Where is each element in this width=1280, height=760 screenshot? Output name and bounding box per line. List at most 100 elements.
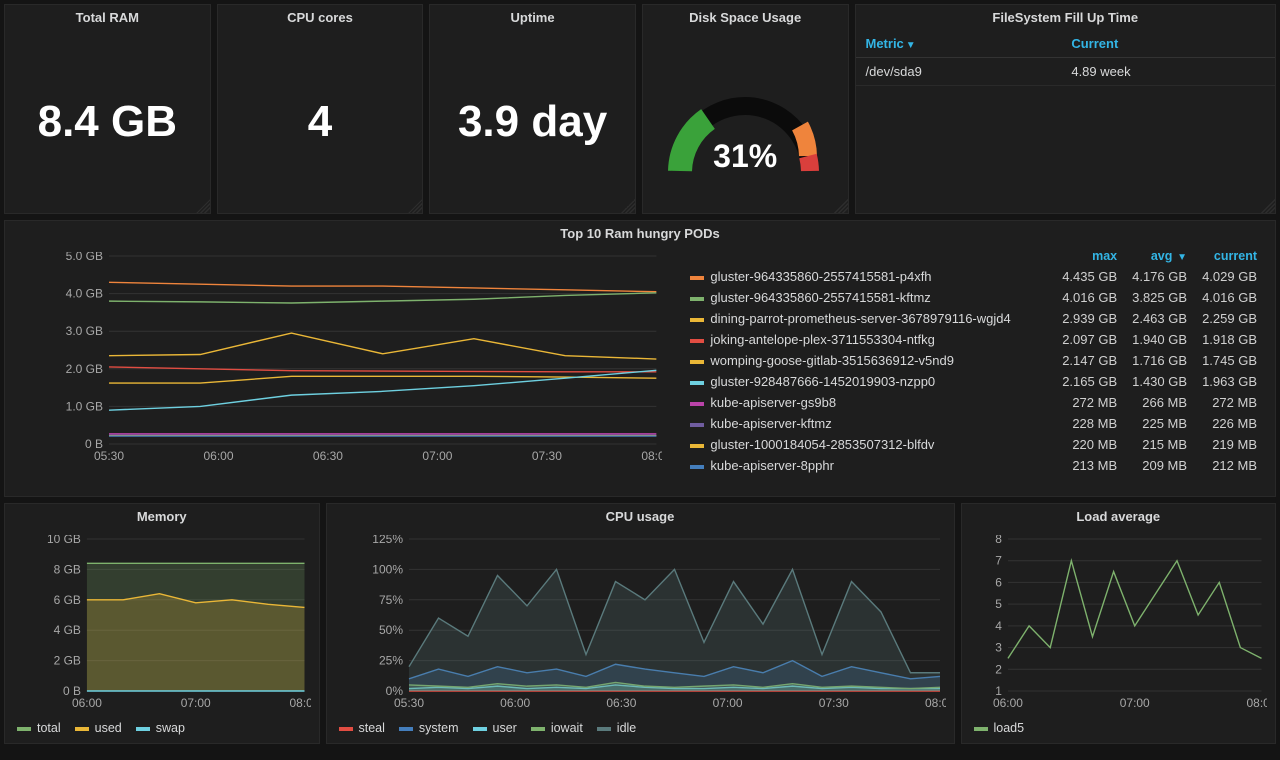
series-max: 2.939 GB (1051, 308, 1121, 329)
resize-handle-icon[interactable] (1261, 199, 1275, 213)
table-row[interactable]: gluster-1000184054-2853507312-blfdv220 M… (686, 434, 1261, 455)
ram-pods-legend-table: max avg ▼ current gluster-964335860-2557… (686, 246, 1261, 476)
series-cur: 1.963 GB (1191, 371, 1261, 392)
svg-text:75%: 75% (378, 593, 402, 607)
series-avg: 2.463 GB (1121, 308, 1191, 329)
col-metric[interactable]: Metric▼ (856, 30, 1062, 58)
svg-text:6: 6 (995, 575, 1002, 589)
panel-title: Top 10 Ram hungry PODs (5, 221, 1275, 246)
table-row[interactable]: kube-apiserver-kftmz228 MB225 MB226 MB (686, 413, 1261, 434)
col-current[interactable]: Current (1061, 30, 1275, 58)
series-max: 2.097 GB (1051, 329, 1121, 350)
series-name: kube-apiserver-gs9b8 (686, 392, 1051, 413)
load-average-chart[interactable]: 1234567806:0007:0008:00 (962, 529, 1276, 717)
panel-title: Uptime (430, 5, 635, 30)
panel-ram-pods[interactable]: Top 10 Ram hungry PODs 0 B1.0 GB2.0 GB3.… (4, 220, 1276, 497)
col-max[interactable]: max (1051, 246, 1121, 266)
filesystem-table: Metric▼ Current /dev/sda94.89 week (856, 30, 1275, 86)
svg-text:3: 3 (995, 641, 1002, 655)
panel-memory[interactable]: Memory 0 B2 GB4 GB6 GB8 GB10 GB06:0007:0… (4, 503, 320, 744)
memory-chart[interactable]: 0 B2 GB4 GB6 GB8 GB10 GB06:0007:0008:00 (5, 529, 319, 717)
series-name: womping-goose-gitlab-3515636912-v5nd9 (686, 350, 1051, 371)
series-name: gluster-1000184054-2853507312-blfdv (686, 434, 1051, 455)
table-row[interactable]: dining-parrot-prometheus-server-36789791… (686, 308, 1261, 329)
panel-uptime[interactable]: Uptime 3.9 day (429, 4, 636, 214)
cpu-usage-legend: steal system user iowait idle (327, 717, 954, 743)
series-max: 272 MB (1051, 392, 1121, 413)
svg-text:7: 7 (995, 554, 1002, 568)
table-row[interactable]: womping-goose-gitlab-3515636912-v5nd92.1… (686, 350, 1261, 371)
table-row[interactable]: joking-antelope-plex-3711553304-ntfkg2.0… (686, 329, 1261, 350)
panel-title: FileSystem Fill Up Time (856, 5, 1275, 30)
panel-filesystem-fillup[interactable]: FileSystem Fill Up Time Metric▼ Current … (855, 4, 1276, 214)
resize-handle-icon[interactable] (408, 199, 422, 213)
svg-text:1.0 GB: 1.0 GB (66, 399, 103, 413)
series-name: joking-antelope-plex-3711553304-ntfkg (686, 329, 1051, 350)
svg-text:07:30: 07:30 (532, 449, 562, 463)
series-cur: 226 MB (1191, 413, 1261, 434)
svg-text:08:00: 08:00 (924, 696, 945, 710)
table-row[interactable]: /dev/sda94.89 week (856, 58, 1275, 86)
series-name: gluster-928487666-1452019903-nzpp0 (686, 371, 1051, 392)
svg-text:2 GB: 2 GB (54, 654, 81, 668)
series-name: gluster-964335860-2557415581-kftmz (686, 287, 1051, 308)
panel-cpu-cores[interactable]: CPU cores 4 (217, 4, 424, 214)
panel-cpu-usage[interactable]: CPU usage 0%25%50%75%100%125%05:3006:000… (326, 503, 955, 744)
panel-total-ram[interactable]: Total RAM 8.4 GB (4, 4, 211, 214)
svg-text:2: 2 (995, 662, 1002, 676)
sort-down-icon: ▼ (906, 40, 916, 51)
series-max: 2.147 GB (1051, 350, 1121, 371)
table-row[interactable]: gluster-964335860-2557415581-kftmz4.016 … (686, 287, 1261, 308)
panel-disk-usage[interactable]: Disk Space Usage 31% (642, 4, 849, 214)
memory-legend: total used swap (5, 717, 319, 743)
series-avg: 1.430 GB (1121, 371, 1191, 392)
svg-text:4 GB: 4 GB (54, 623, 81, 637)
series-cur: 272 MB (1191, 392, 1261, 413)
svg-text:07:30: 07:30 (818, 696, 848, 710)
svg-text:05:30: 05:30 (94, 449, 124, 463)
svg-text:06:30: 06:30 (313, 449, 343, 463)
svg-text:4: 4 (995, 619, 1002, 633)
table-row[interactable]: gluster-964335860-2557415581-p4xfh4.435 … (686, 266, 1261, 287)
resize-handle-icon[interactable] (621, 199, 635, 213)
series-max: 4.016 GB (1051, 287, 1121, 308)
ram-pods-chart[interactable]: 0 B1.0 GB2.0 GB3.0 GB4.0 GB5.0 GB05:3006… (5, 246, 672, 496)
resize-handle-icon[interactable] (834, 199, 848, 213)
svg-text:100%: 100% (372, 562, 403, 576)
load-average-legend: load5 (962, 717, 1276, 743)
svg-text:50%: 50% (378, 623, 402, 637)
svg-text:06:00: 06:00 (203, 449, 233, 463)
table-row[interactable]: gluster-928487666-1452019903-nzpp02.165 … (686, 371, 1261, 392)
panel-title: Total RAM (5, 5, 210, 30)
series-name: gluster-964335860-2557415581-p4xfh (686, 266, 1051, 287)
svg-text:8 GB: 8 GB (54, 562, 81, 576)
series-max: 2.165 GB (1051, 371, 1121, 392)
svg-text:3.0 GB: 3.0 GB (66, 324, 103, 338)
panel-load-average[interactable]: Load average 1234567806:0007:0008:00 loa… (961, 503, 1277, 744)
gauge-value: 31% (660, 138, 830, 175)
svg-text:08:00: 08:00 (290, 696, 311, 710)
col-avg[interactable]: avg ▼ (1121, 246, 1191, 266)
stat-value-ram: 8.4 GB (5, 30, 210, 213)
svg-text:4.0 GB: 4.0 GB (66, 287, 103, 301)
series-max: 220 MB (1051, 434, 1121, 455)
series-max: 4.435 GB (1051, 266, 1121, 287)
table-row[interactable]: kube-apiserver-gs9b8272 MB266 MB272 MB (686, 392, 1261, 413)
panel-title: Load average (962, 504, 1276, 529)
series-name: dining-parrot-prometheus-server-36789791… (686, 308, 1051, 329)
series-avg: 4.176 GB (1121, 266, 1191, 287)
series-avg: 209 MB (1121, 455, 1191, 476)
series-cur: 4.016 GB (1191, 287, 1261, 308)
svg-text:08:00: 08:00 (1246, 696, 1267, 710)
col-current[interactable]: current (1191, 246, 1261, 266)
resize-handle-icon[interactable] (196, 199, 210, 213)
table-row[interactable]: kube-apiserver-8pphr213 MB209 MB212 MB (686, 455, 1261, 476)
svg-text:06:00: 06:00 (72, 696, 102, 710)
svg-text:06:00: 06:00 (500, 696, 530, 710)
cpu-usage-chart[interactable]: 0%25%50%75%100%125%05:3006:0006:3007:000… (327, 529, 954, 717)
stat-value-uptime: 3.9 day (430, 30, 635, 213)
series-max: 213 MB (1051, 455, 1121, 476)
svg-text:07:00: 07:00 (1119, 696, 1149, 710)
svg-text:07:00: 07:00 (422, 449, 452, 463)
series-avg: 225 MB (1121, 413, 1191, 434)
